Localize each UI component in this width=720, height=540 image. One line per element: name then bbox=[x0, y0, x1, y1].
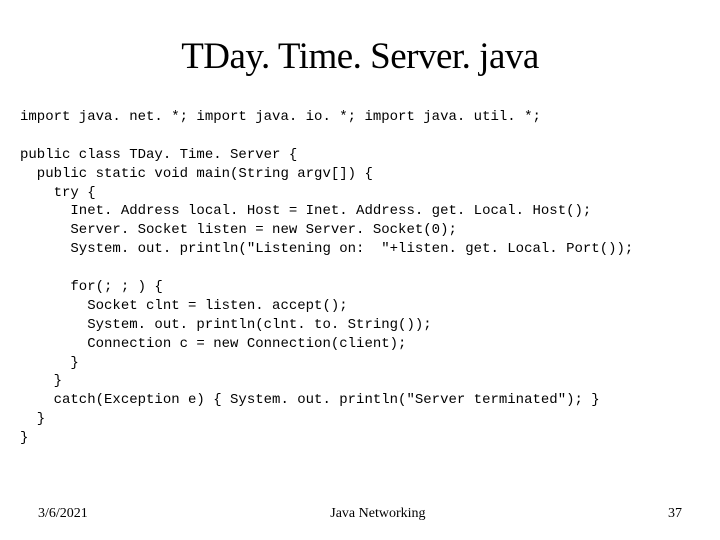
slide-title: TDay. Time. Server. java bbox=[20, 35, 700, 78]
footer-date: 3/6/2021 bbox=[38, 506, 88, 522]
slide-footer: 3/6/2021 Java Networking 37 bbox=[0, 506, 720, 522]
footer-page-number: 37 bbox=[668, 506, 682, 522]
slide: TDay. Time. Server. java import java. ne… bbox=[0, 0, 720, 540]
footer-center: Java Networking bbox=[330, 506, 425, 522]
code-block: import java. net. *; import java. io. *;… bbox=[20, 108, 700, 540]
